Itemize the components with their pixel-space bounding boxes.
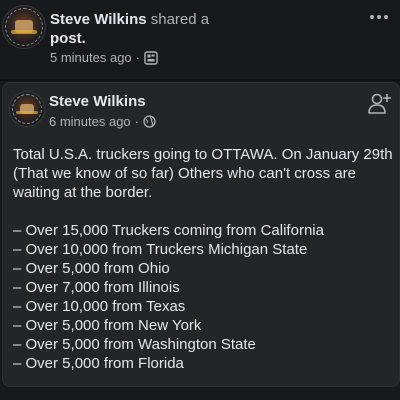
add-friend-icon[interactable] bbox=[367, 91, 393, 117]
shared-object-link[interactable]: post. bbox=[50, 30, 86, 47]
sharer-name[interactable]: Steve Wilkins bbox=[50, 11, 147, 28]
more-options-icon[interactable] bbox=[368, 10, 390, 24]
post-author-avatar[interactable] bbox=[9, 91, 45, 127]
section-divider bbox=[0, 79, 400, 81]
list-item: – Over 5,000 from Florida bbox=[13, 355, 184, 372]
list-item: – Over 15,000 Truckers coming from Calif… bbox=[13, 222, 324, 239]
meta-separator: · bbox=[135, 50, 141, 65]
group-audience-icon[interactable] bbox=[144, 50, 158, 65]
post-intro-text: Total U.S.A. truckers going to OTTAWA. O… bbox=[13, 146, 393, 201]
share-header: Steve Wilkins shared a post. 5 minutes a… bbox=[0, 0, 400, 80]
post-timestamp[interactable]: 6 minutes ago bbox=[49, 114, 131, 129]
sharer-avatar[interactable] bbox=[2, 5, 46, 49]
share-timestamp[interactable]: 5 minutes ago bbox=[50, 50, 132, 65]
share-title: Steve Wilkins shared a post. bbox=[50, 10, 350, 48]
share-meta: 5 minutes ago · bbox=[50, 50, 158, 65]
list-item: – Over 10,000 from Truckers Michigan Sta… bbox=[13, 241, 308, 258]
post-meta: 6 minutes ago · bbox=[49, 114, 156, 129]
list-item: – Over 5,000 from Washington State bbox=[13, 336, 256, 353]
shared-post-card: Steve Wilkins 6 minutes ago · Total U.S.… bbox=[2, 82, 400, 387]
list-item: – Over 7,000 from Illinois bbox=[13, 279, 180, 296]
post-author-name[interactable]: Steve Wilkins bbox=[49, 93, 146, 110]
globe-icon[interactable] bbox=[143, 115, 156, 128]
meta-separator: · bbox=[134, 114, 140, 129]
list-item: – Over 5,000 from Ohio bbox=[13, 260, 170, 277]
list-item: – Over 5,000 from New York bbox=[13, 317, 202, 334]
post-body: Total U.S.A. truckers going to OTTAWA. O… bbox=[13, 145, 393, 373]
share-verb: shared a bbox=[146, 11, 210, 28]
list-item: – Over 10,000 from Texas bbox=[13, 298, 186, 315]
